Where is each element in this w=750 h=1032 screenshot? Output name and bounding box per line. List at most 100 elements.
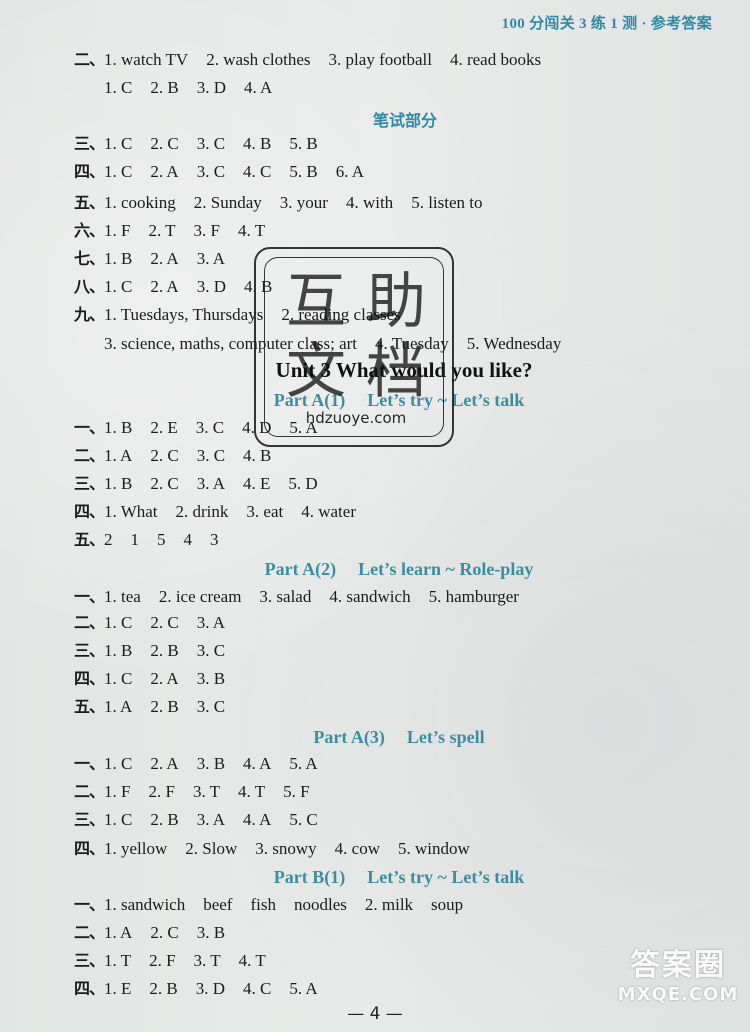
- answer-item: 2. C: [150, 923, 179, 942]
- answer-item: 2. F: [149, 951, 176, 970]
- part-heading-a3: Part A(3) Let’s spell: [74, 727, 724, 748]
- answer-row: 二、1. C 2. C 3. A: [74, 611, 243, 635]
- question-number: 四、: [74, 162, 105, 181]
- answer-item: 1. F: [104, 782, 131, 801]
- answer-item: 3. B: [196, 754, 226, 773]
- answer-item: 1. B: [104, 641, 133, 660]
- question-number: 八、: [74, 277, 105, 296]
- answer-item: 1. C: [104, 134, 133, 153]
- answer-item: 1. A: [104, 697, 133, 716]
- answer-row: 1. C 2. B 3. D 4. A: [104, 76, 290, 100]
- answer-item: 3. A: [196, 474, 226, 493]
- answer-item: 1. C: [104, 78, 133, 97]
- stamp-url: hdzuoye.com: [305, 409, 407, 427]
- section-heading-written: 笔试部分: [372, 111, 437, 130]
- answer-item: soup: [431, 895, 464, 914]
- answer-row: 五、2 1 5 4 3: [74, 528, 237, 552]
- answer-item: 3. C: [196, 134, 226, 153]
- answer-item: 3. D: [196, 277, 226, 296]
- answer-item: 3. D: [196, 78, 226, 97]
- question-number: 三、: [74, 810, 105, 829]
- part-subtitle: Let’s learn ~ Role-play: [358, 559, 534, 579]
- answer-item: 3. F: [193, 221, 221, 240]
- answer-item: 3. T: [192, 782, 221, 801]
- answer-item: 1. Tuesdays, Thursdays: [104, 305, 264, 324]
- answer-item: 5. D: [288, 474, 318, 493]
- question-number: 一、: [74, 754, 105, 773]
- part-subtitle: Let’s spell: [406, 727, 485, 747]
- answer-item: 2: [104, 530, 113, 549]
- watermark-stamp: 互助文档 hdzuoye.com: [254, 247, 454, 447]
- answer-item: 4. with: [345, 193, 394, 212]
- answer-item: 5. B: [289, 162, 318, 181]
- part-heading-a2: Part A(2) Let’s learn ~ Role-play: [74, 559, 724, 580]
- answer-row: 二、1. watch TV 2. wash clothes 3. play foot…: [74, 48, 559, 72]
- answer-row: 四、1. yellow 2. Slow 3. snowy 4. cow 5. windo…: [74, 837, 488, 861]
- answer-row: 四、1. What 2. drink 3. eat 4. water: [74, 500, 374, 524]
- answer-row: 二、1. A 2. C 3. B: [74, 921, 243, 945]
- question-number: 一、: [74, 587, 105, 606]
- book-header-title: 100 分闯关 3 练 1 测 · 参考答案: [501, 16, 712, 32]
- answer-row: 一、1. tea 2. ice cream 3. salad 4. sandwich 5…: [74, 585, 537, 609]
- answer-item: 2. B: [149, 979, 178, 998]
- answer-row: 一、1. sandwich beef fish noodles 2. milk soup: [74, 893, 481, 917]
- answer-item: 3. A: [196, 613, 226, 632]
- answer-row: 五、1. cooking 2. Sunday 3. your 4. with 5. li…: [74, 191, 501, 215]
- answer-item: 3. C: [196, 641, 226, 660]
- answer-item: 1. C: [104, 669, 133, 688]
- answer-item: 2. A: [150, 277, 179, 296]
- answer-row: 四、1. E 2. B 3. D 4. C 5. A: [74, 977, 336, 1001]
- answer-item: 2. B: [150, 78, 179, 97]
- question-number: 四、: [74, 979, 105, 998]
- answer-item: 2. C: [150, 446, 179, 465]
- answer-item: 2. milk: [364, 895, 414, 914]
- answer-item: 5: [157, 530, 166, 549]
- answer-row: 四、1. C 2. A 3. B: [74, 667, 243, 691]
- part-title: Part A(2): [264, 559, 337, 579]
- answer-item: 4. E: [243, 474, 271, 493]
- answer-item: 2. B: [150, 641, 179, 660]
- answer-item: 5. window: [397, 839, 470, 858]
- answer-item: 2. Sunday: [193, 193, 262, 212]
- answer-item: 1. B: [104, 474, 133, 493]
- question-number: 一、: [74, 895, 105, 914]
- stamp-characters: 互助文档: [286, 267, 446, 407]
- corner-watermark-en: MXQE.COM: [617, 984, 739, 1005]
- part-subtitle: Let’s try ~ Let’s talk: [367, 867, 525, 887]
- answer-row: 三、1. B 2. B 3. C: [74, 639, 243, 663]
- question-number: 五、: [74, 530, 105, 549]
- answer-item: 1. sandwich: [104, 895, 186, 914]
- part-heading-b1: Part B(1) Let’s try ~ Let’s talk: [74, 867, 724, 888]
- answer-item: 2. wash clothes: [206, 50, 311, 69]
- corner-watermark: 答案圈 MXQE.COM: [612, 940, 744, 1005]
- question-number: 七、: [74, 249, 105, 268]
- question-number: 六、: [74, 221, 105, 240]
- question-number: 五、: [74, 697, 105, 716]
- question-number: 二、: [74, 50, 105, 69]
- answer-item: 1. tea: [104, 587, 141, 606]
- answer-item: noodles: [293, 895, 347, 914]
- part-title: Part A(3): [313, 727, 385, 747]
- answer-item: 4. sandwich: [329, 587, 411, 606]
- page-number: — 4 —: [347, 1004, 403, 1024]
- answer-item: 4. water: [301, 502, 356, 521]
- question-number: 九、: [74, 305, 105, 324]
- question-number: 三、: [74, 641, 105, 660]
- answer-item: 1. C: [104, 810, 133, 829]
- answer-item: 2. C: [150, 474, 179, 493]
- answer-item: 1. yellow: [104, 839, 168, 858]
- corner-watermark-cn: 答案圈: [630, 948, 726, 983]
- answer-row: 七、1. B 2. A 3. A: [74, 247, 243, 271]
- answer-item: 5. C: [289, 810, 318, 829]
- answer-item: 4. T: [238, 782, 266, 801]
- answer-item: 5. Wednesday: [466, 334, 562, 353]
- question-number: 二、: [74, 782, 105, 801]
- answer-item: 4. A: [243, 810, 272, 829]
- answer-item: 1. B: [104, 249, 133, 268]
- answer-item: beef: [203, 895, 233, 914]
- answer-item: 4. A: [243, 78, 273, 97]
- answer-item: 1. B: [104, 418, 133, 437]
- answer-item: 4. T: [238, 221, 266, 240]
- answer-item: 2. A: [150, 249, 179, 268]
- part-title: Part B(1): [273, 867, 346, 887]
